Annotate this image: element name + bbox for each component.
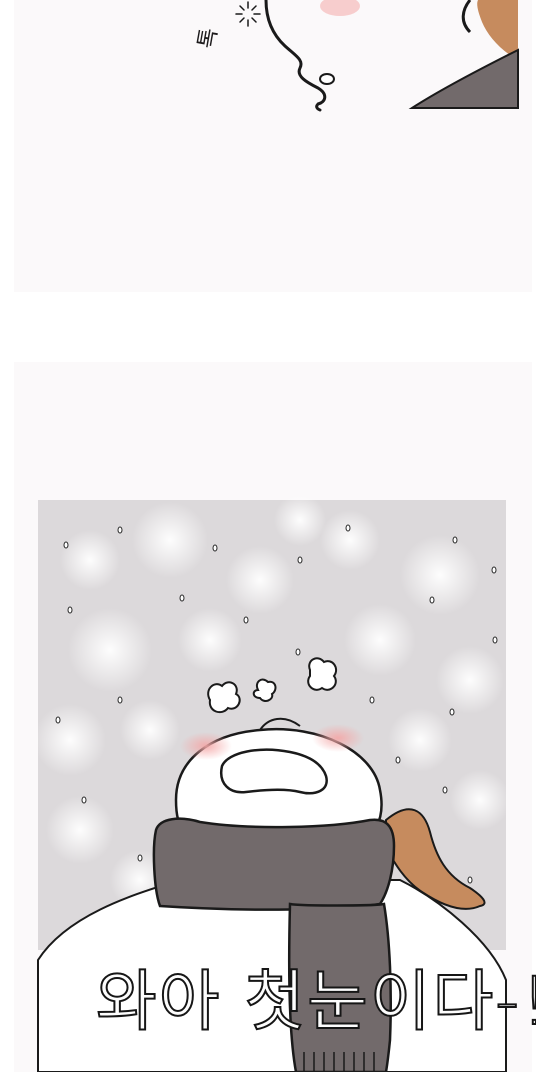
scarf-wrap bbox=[152, 817, 396, 911]
snow-scene bbox=[34, 494, 510, 1072]
exclamation-caption: 와아 첫눈이다-! bbox=[95, 962, 536, 1041]
blush-left bbox=[180, 732, 232, 760]
blush-right bbox=[312, 724, 364, 752]
